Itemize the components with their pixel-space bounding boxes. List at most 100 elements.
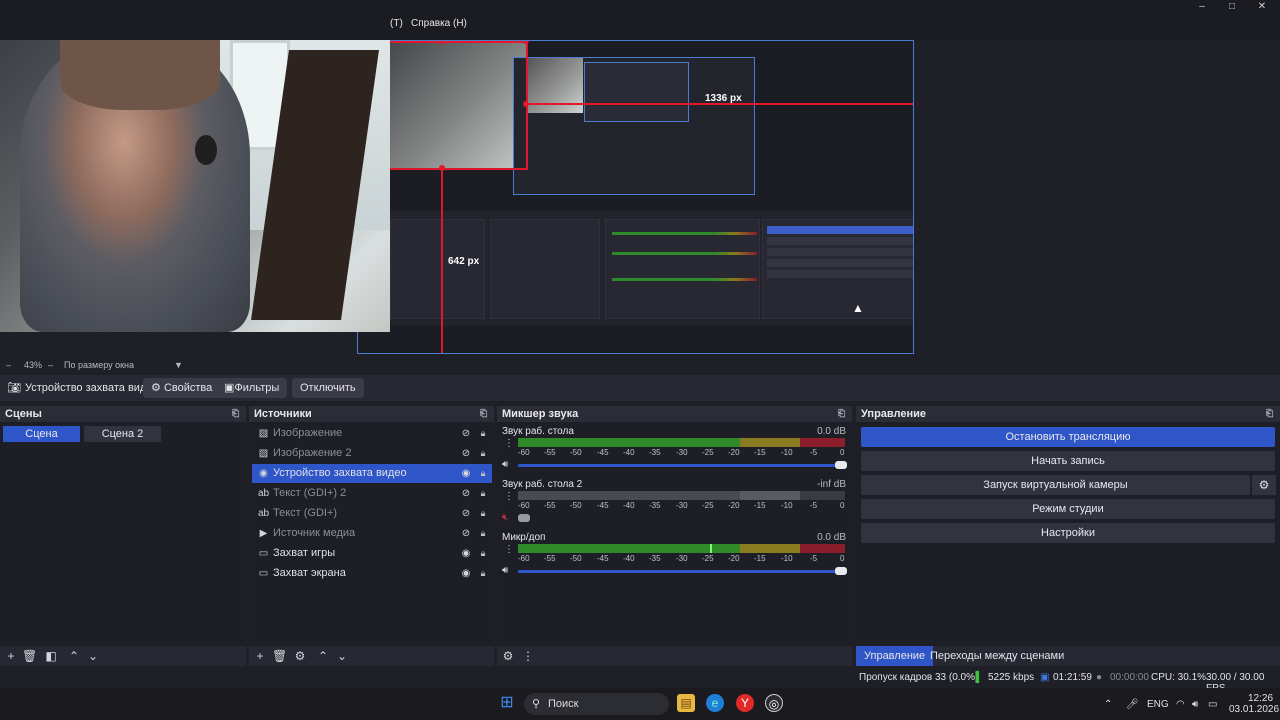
eye-off-icon[interactable]: ⊘ [460, 428, 472, 439]
preview-canvas[interactable]: 1336 px 642 px ▲ [0, 40, 1280, 360]
volume-meter [518, 491, 845, 500]
gear-icon[interactable]: ⚙ [293, 649, 307, 663]
more-options-icon[interactable]: ⋮ [521, 649, 535, 663]
eye-icon[interactable]: ◉ [460, 568, 472, 579]
trash-icon[interactable]: 🗑︎ [272, 649, 287, 663]
maximize-button[interactable]: □ [1217, 1, 1247, 15]
volume-icon[interactable]: 🔊︎ [1192, 699, 1198, 710]
volume-slider-handle[interactable] [835, 567, 847, 575]
filters-button[interactable]: ▣Фильтры [216, 378, 288, 398]
speaker-icon[interactable]: 🔊︎ [502, 460, 514, 470]
speaker-icon[interactable]: 🔊︎ [502, 566, 514, 576]
eye-off-icon[interactable]: ⊘ [460, 508, 472, 519]
volume-slider[interactable] [518, 570, 845, 573]
more-options-icon[interactable]: ⋮ [504, 439, 514, 449]
wifi-icon[interactable]: ◠ [1176, 699, 1185, 710]
lock-icon[interactable]: 🔒︎ [478, 488, 488, 499]
zoom-mode[interactable]: По размеру окна [64, 360, 134, 370]
chevron-down-icon[interactable]: ⌄ [335, 649, 349, 663]
lock-icon[interactable]: 🔒︎ [478, 568, 488, 579]
lock-icon[interactable]: 🔒︎ [478, 508, 488, 519]
close-button[interactable]: ✕ [1247, 1, 1277, 15]
virtual-camera-settings-button[interactable]: ⚙ [1252, 475, 1276, 495]
taskbar-search[interactable]: ⚲ Поиск [524, 693, 669, 715]
search-icon: ⚲ [532, 698, 541, 710]
chevron-down-icon[interactable]: ▼ [174, 360, 183, 370]
microphone-icon[interactable]: 🎤︎ [1126, 699, 1139, 710]
source-item-selected[interactable]: ◉ Устройство захвата видео ◉ 🔒︎ [252, 464, 492, 483]
menu-item-help[interactable]: Справка (Н) [411, 18, 467, 29]
scene-item-1[interactable]: Сцена [3, 426, 80, 442]
lock-icon[interactable]: 🔒︎ [478, 528, 488, 539]
volume-meter [518, 438, 845, 447]
eye-off-icon[interactable]: ⊘ [460, 448, 472, 459]
properties-button[interactable]: ⚙ Свойства [143, 378, 221, 398]
clock-date[interactable]: 03.01.2026 [1229, 704, 1279, 715]
settings-button[interactable]: Настройки [861, 523, 1275, 543]
windows-start-icon[interactable]: ⊞ [498, 694, 516, 712]
windows-taskbar: ⊞ ⚲ Поиск ▤ e Y ◎ ⌃ 🎤︎ ENG ◠ 🔊︎ ▭ 12:26 … [0, 688, 1280, 720]
start-recording-button[interactable]: Начать запись [861, 451, 1275, 471]
undock-icon[interactable]: ⎗ [1266, 408, 1276, 418]
mixer-title: Микшер звука [502, 408, 579, 420]
undock-icon[interactable]: ⎗ [838, 408, 848, 418]
stop-streaming-button[interactable]: Остановить трансляцию [861, 427, 1275, 447]
obs-icon[interactable]: ◎ [765, 694, 783, 712]
signal-icon: ▐ [972, 672, 980, 683]
zoom-out-button[interactable]: – [6, 360, 11, 370]
volume-slider-handle[interactable] [518, 514, 530, 522]
source-item[interactable]: ▧ Изображение 2 ⊘ 🔒︎ [252, 444, 492, 463]
chevron-up-icon[interactable]: ⌃ [316, 649, 330, 663]
studio-mode-button[interactable]: Режим студии [861, 499, 1275, 519]
lock-icon[interactable]: 🔒︎ [478, 548, 488, 559]
mixer-channel: Звук раб. стола 2 -inf dB ⋮ -60 -55 -50 -45… [502, 479, 846, 523]
file-explorer-icon[interactable]: ▤ [677, 694, 695, 712]
eye-icon[interactable]: ◉ [460, 468, 472, 479]
source-item[interactable]: ▭ Захват игры ◉ 🔒︎ [252, 544, 492, 563]
clock-time[interactable]: 12:26 [1248, 693, 1273, 704]
cpu-usage: CPU: 30.1% [1151, 672, 1207, 683]
eye-icon[interactable]: ◉ [460, 548, 472, 559]
chevron-down-icon[interactable]: ⌄ [86, 649, 100, 663]
more-options-icon[interactable]: ⋮ [504, 492, 514, 502]
eye-off-icon[interactable]: ⊘ [460, 488, 472, 499]
language-indicator[interactable]: ENG [1147, 699, 1169, 710]
filter-icon[interactable]: ◧ [44, 649, 58, 663]
battery-icon[interactable]: ▭ [1208, 699, 1217, 710]
add-icon[interactable]: + [4, 649, 18, 663]
lock-icon[interactable]: 🔒︎ [478, 468, 488, 479]
source-item[interactable]: ▧ Изображение ⊘ 🔒︎ [252, 424, 492, 443]
stream-icon: ▣ [1040, 672, 1050, 683]
lock-icon[interactable]: 🔒︎ [478, 448, 488, 459]
edge-browser-icon[interactable]: e [706, 694, 724, 712]
mixer-settings-icon[interactable]: ⚙ [501, 649, 515, 663]
source-item[interactable]: ab Текст (GDI+) 2 ⊘ 🔒︎ [252, 484, 492, 503]
volume-slider-handle[interactable] [835, 461, 847, 469]
volume-slider[interactable] [518, 464, 845, 467]
tab-scene-transitions[interactable]: Переходы между сценами [922, 646, 1072, 666]
source-item[interactable]: ▭ Захват экрана ◉ 🔒︎ [252, 564, 492, 583]
monitor-icon: ▭ [258, 568, 269, 579]
more-options-icon[interactable]: ⋮ [504, 545, 514, 555]
undock-icon[interactable]: ⎗ [232, 408, 242, 418]
start-virtual-camera-button[interactable]: Запуск виртуальной камеры [861, 475, 1250, 495]
source-item[interactable]: ▶ Источник медиа ⊘ 🔒︎ [252, 524, 492, 543]
source-item[interactable]: ab Текст (GDI+) ⊘ 🔒︎ [252, 504, 492, 523]
chevron-up-icon[interactable]: ⌃ [1104, 699, 1112, 710]
chevron-up-icon[interactable]: ⌃ [67, 649, 81, 663]
deactivate-button[interactable]: Отключить [292, 378, 364, 398]
add-icon[interactable]: + [253, 649, 267, 663]
nested-docks-image [390, 211, 913, 326]
image-icon: ▧ [258, 428, 269, 439]
undock-icon[interactable]: ⎗ [480, 408, 490, 418]
speaker-muted-icon[interactable]: 🔇︎ [502, 513, 514, 523]
menu-item-tools[interactable]: (T) [390, 18, 403, 29]
minimize-button[interactable]: – [1187, 1, 1217, 15]
lock-icon[interactable]: 🔒︎ [478, 428, 488, 439]
trash-icon[interactable]: 🗑︎ [22, 649, 37, 663]
yandex-browser-icon[interactable]: Y [736, 694, 754, 712]
scene-item-2[interactable]: Сцена 2 [84, 426, 161, 442]
screen-capture-preview: 1336 px 642 px ▲ [357, 40, 914, 354]
eye-off-icon[interactable]: ⊘ [460, 528, 472, 539]
text-icon: ab [258, 488, 270, 499]
